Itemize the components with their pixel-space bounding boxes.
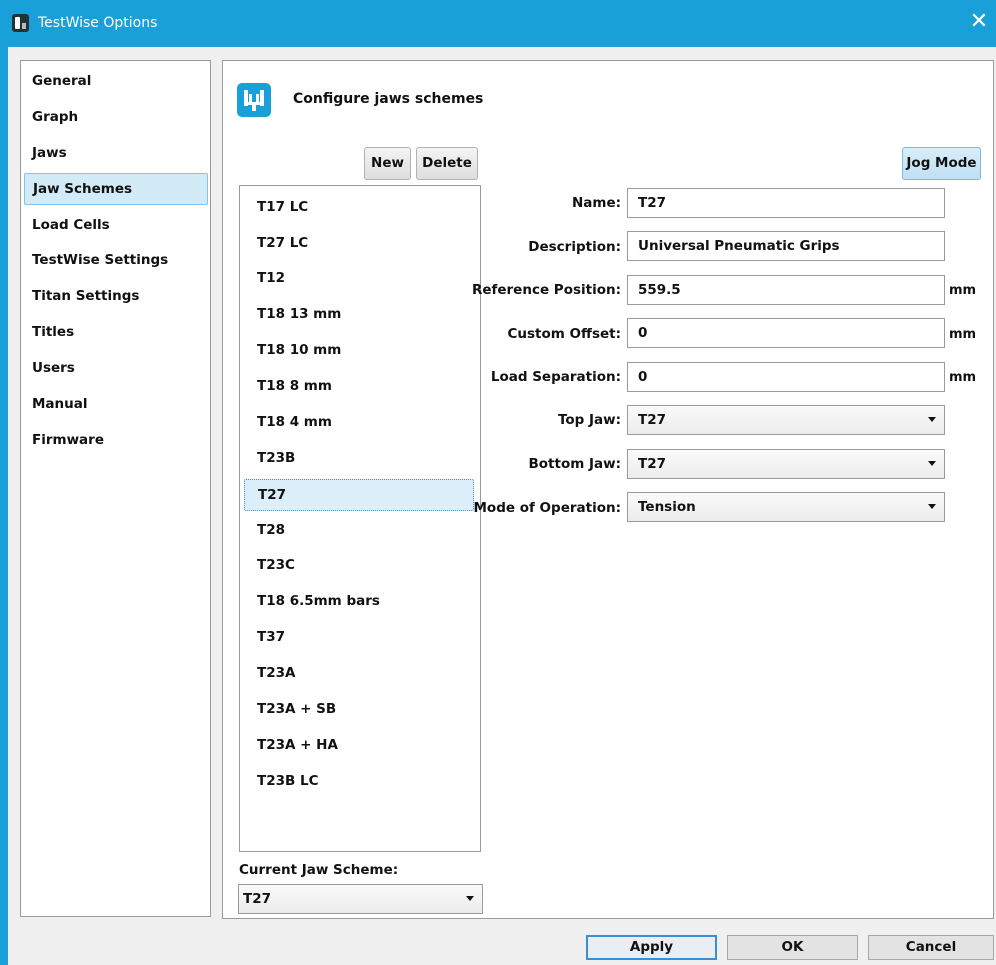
nav-item-graph[interactable]: Graph <box>24 102 208 134</box>
name-label: Name: <box>571 195 621 211</box>
ok-button[interactable]: OK <box>727 935 858 960</box>
chevron-down-icon <box>928 504 936 509</box>
list-item[interactable]: T37 <box>244 622 474 654</box>
list-item[interactable]: T23C <box>244 550 474 582</box>
load-separation-label: Load Separation: <box>490 369 621 385</box>
custom-offset-field[interactable]: 0 <box>627 318 945 348</box>
list-item[interactable]: T23A + HA <box>244 730 474 762</box>
nav-item-jaw-schemes[interactable]: Jaw Schemes <box>24 173 208 205</box>
name-field[interactable]: T27 <box>627 188 945 218</box>
list-item[interactable]: T18 6.5mm bars <box>244 586 474 618</box>
unit-label: mm <box>949 327 977 342</box>
list-item[interactable]: T23A + SB <box>244 694 474 726</box>
list-item[interactable]: T23B LC <box>244 766 474 798</box>
unit-label: mm <box>949 283 977 298</box>
nav-item-users[interactable]: Users <box>24 353 208 385</box>
description-field[interactable]: Universal Pneumatic Grips <box>627 231 945 261</box>
custom-offset-label: Custom Offset: <box>507 326 621 342</box>
list-item[interactable]: T27 LC <box>244 228 474 260</box>
jaws-icon <box>237 83 271 117</box>
window-title: TestWise Options <box>38 15 158 31</box>
unit-label: mm <box>949 370 977 385</box>
list-item[interactable]: T28 <box>244 515 474 547</box>
jog-mode-button[interactable]: Jog Mode <box>902 147 981 180</box>
delete-button[interactable]: Delete <box>416 147 478 180</box>
mode-of-operation-select[interactable]: Tension <box>627 492 945 522</box>
bottom-jaw-value: T27 <box>638 456 666 472</box>
list-item[interactable]: T23A <box>244 658 474 690</box>
list-item[interactable]: T12 <box>244 263 474 295</box>
window-border <box>0 47 8 965</box>
bottom-jaw-select[interactable]: T27 <box>627 449 945 479</box>
current-jaw-scheme-label: Current Jaw Scheme: <box>239 862 399 878</box>
chevron-down-icon <box>928 461 936 466</box>
list-item[interactable]: T23B <box>244 443 474 475</box>
nav-item-titan-settings[interactable]: Titan Settings <box>24 281 208 313</box>
mode-of-operation-value: Tension <box>638 499 696 515</box>
nav-item-firmware[interactable]: Firmware <box>24 425 208 457</box>
nav-item-load-cells[interactable]: Load Cells <box>24 210 208 242</box>
nav-item-general[interactable]: General <box>24 66 208 98</box>
list-item[interactable]: T18 8 mm <box>244 371 474 403</box>
description-label: Description: <box>528 239 621 255</box>
list-item[interactable]: T18 4 mm <box>244 407 474 439</box>
load-separation-field[interactable]: 0 <box>627 362 945 392</box>
title-bar: TestWise Options ✕ <box>0 0 996 47</box>
current-jaw-scheme-select[interactable]: T27 <box>238 884 483 914</box>
app-icon <box>12 14 29 32</box>
page-title: Configure jaws schemes <box>293 91 484 107</box>
jaw-schemes-panel: Configure jaws schemes New Delete Jog Mo… <box>222 60 994 919</box>
reference-position-field[interactable]: 559.5 <box>627 275 945 305</box>
nav-item-titles[interactable]: Titles <box>24 317 208 349</box>
list-item[interactable]: T18 13 mm <box>244 299 474 331</box>
list-item-selected[interactable]: T27 <box>244 479 474 511</box>
mode-of-operation-label: Mode of Operation: <box>473 500 621 516</box>
chevron-down-icon <box>466 896 474 901</box>
nav-item-manual[interactable]: Manual <box>24 389 208 421</box>
top-jaw-select[interactable]: T27 <box>627 405 945 435</box>
list-item[interactable]: T17 LC <box>244 192 474 224</box>
nav-item-testwise-settings[interactable]: TestWise Settings <box>24 245 208 277</box>
current-jaw-scheme-value: T27 <box>243 891 271 907</box>
top-jaw-value: T27 <box>638 412 666 428</box>
top-jaw-label: Top Jaw: <box>557 412 621 428</box>
close-icon[interactable]: ✕ <box>968 10 990 34</box>
new-button[interactable]: New <box>364 147 411 180</box>
nav-item-jaws[interactable]: Jaws <box>24 138 208 170</box>
list-item[interactable]: T18 10 mm <box>244 335 474 367</box>
apply-button[interactable]: Apply <box>586 935 717 960</box>
cancel-button[interactable]: Cancel <box>868 935 994 960</box>
bottom-jaw-label: Bottom Jaw: <box>528 456 621 472</box>
chevron-down-icon <box>928 417 936 422</box>
reference-position-label: Reference Position: <box>471 282 621 298</box>
options-nav: General Graph Jaws Jaw Schemes Load Cell… <box>20 60 211 917</box>
